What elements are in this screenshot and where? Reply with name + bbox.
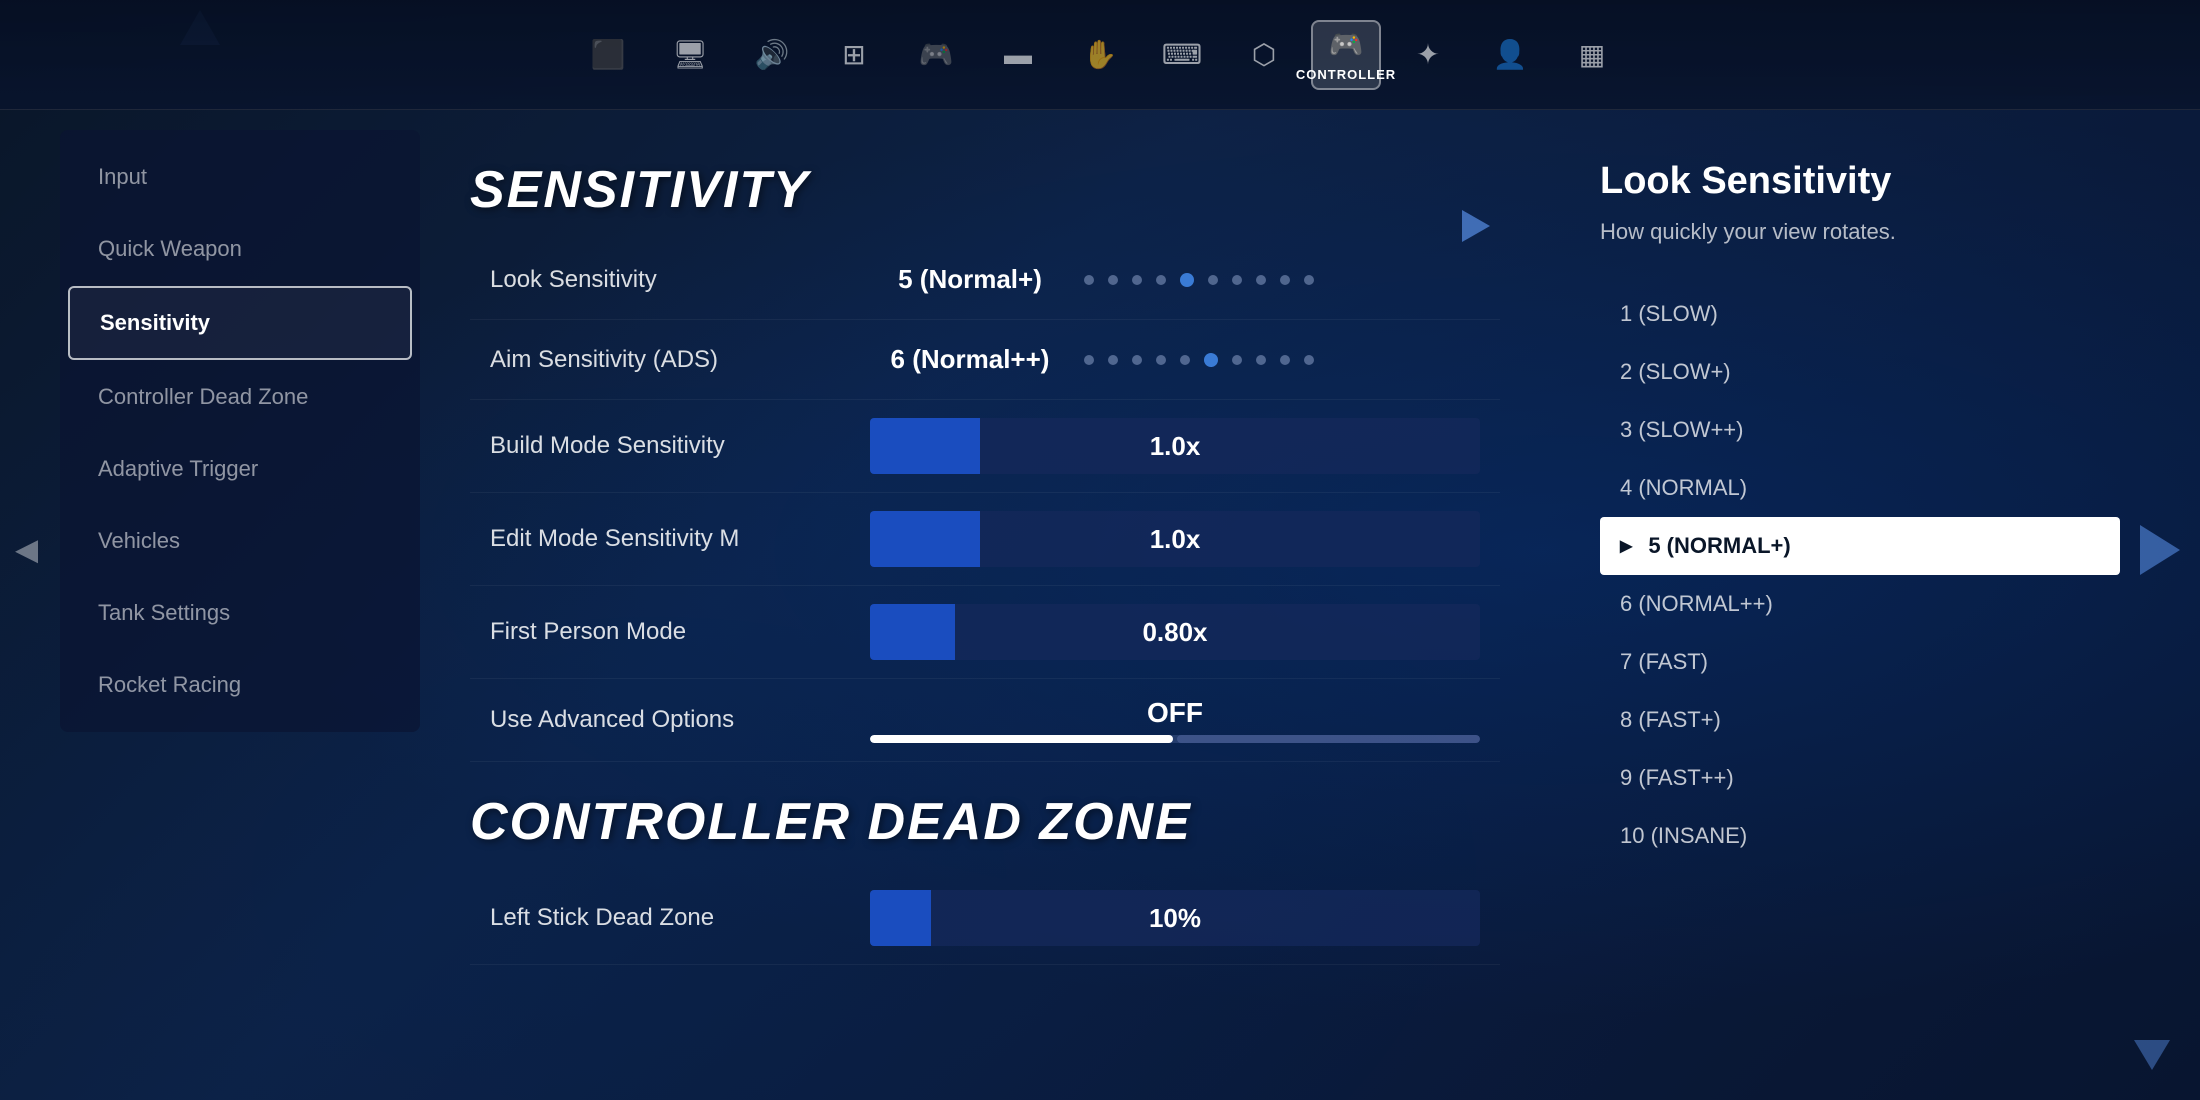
controller-top-icon[interactable]: 🎮 — [901, 20, 971, 90]
right-panel: Look Sensitivity How quickly your view r… — [1560, 130, 2160, 895]
bar-slider-first-person-mode[interactable]: 0.80x — [870, 604, 1480, 660]
sidebar: InputQuick WeaponSensitivityController D… — [60, 130, 420, 732]
sidebar-item-sensitivity[interactable]: Sensitivity — [68, 286, 412, 360]
slider-dot-5 — [1180, 273, 1194, 287]
setting-label-aim-sensitivity: Aim Sensitivity (ADS) — [490, 346, 870, 374]
setting-label-build-mode-sensitivity: Build Mode Sensitivity — [490, 432, 870, 460]
bar-value-left-stick-dead-zone: 10% — [870, 903, 1480, 934]
slider-dot-2 — [1108, 275, 1118, 285]
sidebar-item-input[interactable]: Input — [68, 142, 412, 212]
sidebar-item-adaptive-trigger[interactable]: Adaptive Trigger — [68, 434, 412, 504]
slider-dot-7 — [1232, 275, 1242, 285]
slider-dot-9 — [1280, 275, 1290, 285]
option-item[interactable]: ▶5 (NORMAL+) — [1600, 517, 2120, 575]
option-item[interactable]: 9 (FAST++) — [1600, 749, 2120, 807]
setting-row-use-advanced-options: Use Advanced OptionsOFF — [470, 679, 1500, 762]
slider-dot-1 — [1084, 275, 1094, 285]
option-item[interactable]: 1 (SLOW) — [1600, 285, 2120, 343]
account-icon[interactable]: 👤 — [1475, 20, 1545, 90]
slider-dot-1 — [1084, 355, 1094, 365]
setting-label-use-advanced-options: Use Advanced Options — [490, 706, 870, 734]
setting-label-look-sensitivity: Look Sensitivity — [490, 266, 870, 294]
window-icon[interactable]: ▬ — [983, 20, 1053, 90]
slider-dot-4 — [1156, 355, 1166, 365]
slider-dot-4 — [1156, 275, 1166, 285]
panel-title: Look Sensitivity — [1600, 160, 2120, 203]
bar-value-edit-mode-sensitivity: 1.0x — [870, 524, 1480, 555]
slider-value-aim-sensitivity: 6 (Normal++) — [870, 344, 1070, 375]
audio-icon[interactable]: 🔊 — [737, 20, 807, 90]
dead-zone-heading: CONTROLLER DEAD ZONE — [470, 792, 1500, 852]
setting-label-first-person-mode: First Person Mode — [490, 618, 870, 646]
option-item[interactable]: 6 (NORMAL++) — [1600, 575, 2120, 633]
option-item[interactable]: 3 (SLOW++) — [1600, 401, 2120, 459]
setting-row-look-sensitivity: Look Sensitivity5 (Normal+) — [470, 240, 1500, 320]
setting-row-build-mode-sensitivity: Build Mode Sensitivity1.0x — [470, 400, 1500, 493]
slider-dot-2 — [1108, 355, 1118, 365]
toggle-value-use-advanced-options: OFF — [870, 697, 1480, 729]
input-icon[interactable]: ⬛ — [573, 20, 643, 90]
bar-value-first-person-mode: 0.80x — [870, 617, 1480, 648]
sidebar-item-vehicles[interactable]: Vehicles — [68, 506, 412, 576]
setting-row-aim-sensitivity: Aim Sensitivity (ADS)6 (Normal++) — [470, 320, 1500, 400]
panel-description: How quickly your view rotates. — [1600, 219, 2120, 245]
slider-track-aim-sensitivity[interactable] — [1080, 353, 1480, 367]
network-icon[interactable]: ⬡ — [1229, 20, 1299, 90]
slider-dot-3 — [1132, 275, 1142, 285]
display-icon[interactable]: 🖥 — [655, 20, 725, 90]
controller-icon[interactable]: 🎮CONTROLLER — [1311, 20, 1381, 90]
bar-slider-edit-mode-sensitivity[interactable]: 1.0x — [870, 511, 1480, 567]
slider-container-look-sensitivity[interactable]: 5 (Normal+) — [870, 264, 1480, 295]
slider-dot-10 — [1304, 275, 1314, 285]
slider-track-look-sensitivity[interactable] — [1080, 273, 1480, 287]
slider-dot-5 — [1180, 355, 1190, 365]
slider-dot-9 — [1280, 355, 1290, 365]
slider-value-look-sensitivity: 5 (Normal+) — [870, 264, 1070, 295]
section-forward-arrow — [1462, 210, 1490, 242]
slider-dots-look-sensitivity — [1080, 273, 1480, 287]
option-item[interactable]: 7 (FAST) — [1600, 633, 2120, 691]
toggle-track-use-advanced-options — [870, 735, 1480, 743]
sidebar-item-controller-dead-zone[interactable]: Controller Dead Zone — [68, 362, 412, 432]
slider-dot-10 — [1304, 355, 1314, 365]
extras-icon[interactable]: ✦ — [1393, 20, 1463, 90]
slider-dot-8 — [1256, 355, 1266, 365]
slider-dot-7 — [1232, 355, 1242, 365]
option-arrow: ▶ — [1620, 536, 1632, 556]
slider-dot-3 — [1132, 355, 1142, 365]
setting-label-edit-mode-sensitivity: Edit Mode Sensitivity M — [490, 525, 870, 553]
misc-icon[interactable]: ▦ — [1557, 20, 1627, 90]
nav-icon-label: CONTROLLER — [1296, 67, 1396, 82]
option-item[interactable]: 2 (SLOW+) — [1600, 343, 2120, 401]
sidebar-item-quick-weapon[interactable]: Quick Weapon — [68, 214, 412, 284]
slider-dot-6 — [1204, 353, 1218, 367]
bar-slider-left-stick-dead-zone[interactable]: 10% — [870, 890, 1480, 946]
sidebar-item-tank-settings[interactable]: Tank Settings — [68, 578, 412, 648]
setting-row-left-stick-dead-zone: Left Stick Dead Zone10% — [470, 872, 1500, 965]
toggle-use-advanced-options[interactable]: OFF — [870, 697, 1480, 743]
top-nav: ⬛🖥🔊⊞🎮▬✋⌨⬡🎮CONTROLLER✦👤▦ — [0, 0, 2200, 110]
bar-slider-build-mode-sensitivity[interactable]: 1.0x — [870, 418, 1480, 474]
slider-container-aim-sensitivity[interactable]: 6 (Normal++) — [870, 344, 1480, 375]
gameplay-icon[interactable]: ⊞ — [819, 20, 889, 90]
touch-icon[interactable]: ✋ — [1065, 20, 1135, 90]
keyboard-icon[interactable]: ⌨ — [1147, 20, 1217, 90]
setting-row-first-person-mode: First Person Mode0.80x — [470, 586, 1500, 679]
option-item[interactable]: 4 (NORMAL) — [1600, 459, 2120, 517]
sidebar-item-rocket-racing[interactable]: Rocket Racing — [68, 650, 412, 720]
main-content: SENSITIVITY Look Sensitivity5 (Normal+)A… — [450, 130, 1520, 1100]
slider-dot-6 — [1208, 275, 1218, 285]
slider-dot-8 — [1256, 275, 1266, 285]
option-item[interactable]: 10 (INSANE) — [1600, 807, 2120, 865]
slider-dots-aim-sensitivity — [1080, 353, 1480, 367]
left-nav-arrow[interactable]: ◀ — [15, 533, 38, 568]
option-item[interactable]: 8 (FAST+) — [1600, 691, 2120, 749]
setting-label-left-stick-dead-zone: Left Stick Dead Zone — [490, 904, 870, 932]
sensitivity-heading: SENSITIVITY — [470, 160, 1500, 220]
setting-row-edit-mode-sensitivity: Edit Mode Sensitivity M1.0x — [470, 493, 1500, 586]
bar-value-build-mode-sensitivity: 1.0x — [870, 431, 1480, 462]
